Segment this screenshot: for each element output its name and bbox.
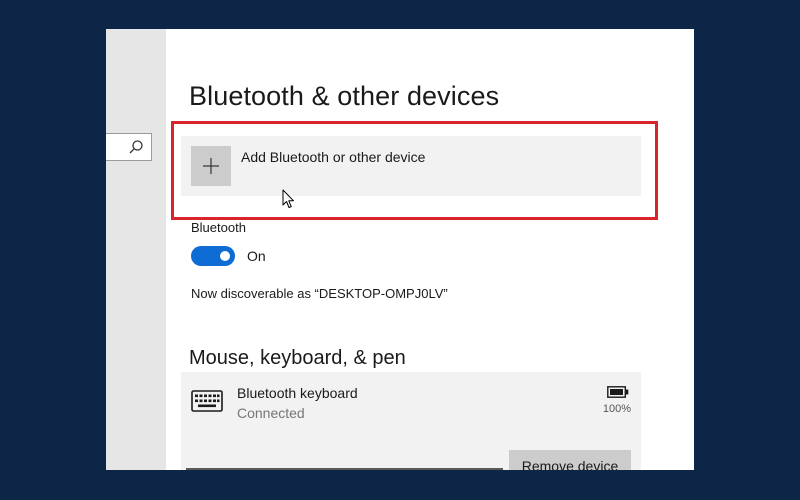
settings-window: Bluetooth & other devices Add Bluetooth … [106,29,694,470]
keyboard-icon [191,390,223,412]
search-icon[interactable] [128,139,144,155]
add-device-button[interactable]: Add Bluetooth or other device [181,136,641,196]
search-input[interactable] [106,133,152,161]
plus-icon [203,158,219,174]
bluetooth-section-label: Bluetooth [191,220,246,235]
device-divider [186,468,503,470]
battery-icon [607,386,629,398]
device-item-bluetooth-keyboard[interactable]: Bluetooth keyboard Connected 100% Remove… [181,372,641,470]
battery-percent: 100% [602,403,631,415]
remove-device-button[interactable]: Remove device [509,450,631,470]
bluetooth-toggle-state: On [247,248,266,264]
device-name: Bluetooth keyboard [237,385,358,401]
toggle-knob [220,251,230,261]
discoverable-text: Now discoverable as “DESKTOP-OMPJ0LV” [191,286,448,301]
device-status: Connected [237,405,305,421]
navigation-pane [106,29,166,470]
add-device-label: Add Bluetooth or other device [241,149,426,165]
bluetooth-toggle[interactable] [191,246,235,266]
plus-tile [191,146,231,186]
mouse-cursor-icon [282,189,294,208]
mouse-keyboard-pen-heading: Mouse, keyboard, & pen [189,347,406,369]
page-title: Bluetooth & other devices [189,81,500,111]
